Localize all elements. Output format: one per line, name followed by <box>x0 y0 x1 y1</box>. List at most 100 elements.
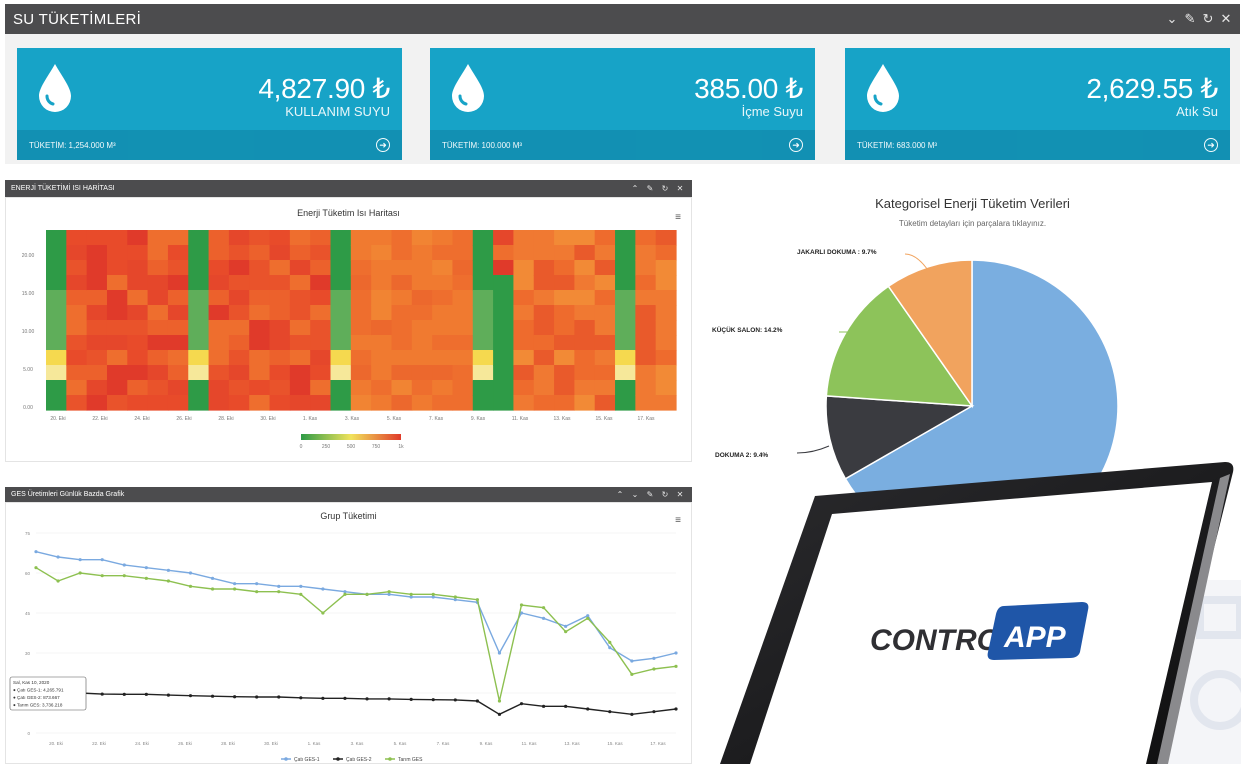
heatmap-cell <box>574 380 596 396</box>
arrow-right-icon[interactable]: ➜ <box>1204 138 1218 152</box>
heatmap-cell <box>147 230 169 246</box>
refresh-icon[interactable]: ↻ <box>1202 11 1214 27</box>
heatmap-cell <box>493 395 515 411</box>
heatmap-cell <box>533 335 555 351</box>
heatmap-cell <box>350 320 372 336</box>
series-point <box>409 697 413 701</box>
heatmap-cell <box>147 290 169 306</box>
heatmap-cell <box>452 305 474 321</box>
series-point <box>233 582 237 586</box>
heatmap-cell <box>554 275 575 291</box>
heatmap-cell <box>289 260 311 276</box>
line-chart: 0153045607520. Eki22. Eki24. Eki26. Eki2… <box>9 531 678 763</box>
heatmap-cell <box>228 320 250 336</box>
heatmap-cell <box>513 335 535 351</box>
heatmap-cell <box>493 380 515 396</box>
heatmap-cell <box>208 335 230 351</box>
heatmap-cell <box>228 260 250 276</box>
collapse-icon[interactable]: ⌃ <box>629 184 641 193</box>
heatmap-cell <box>350 395 372 411</box>
pie-data-label: KÜÇÜK SALON: 14.2% <box>712 325 783 334</box>
legend-marker <box>284 757 288 761</box>
heatmap-cell <box>513 305 535 321</box>
heatmap-cell <box>310 290 332 306</box>
panel-controls: ⌃ ⌄ ✎ ↻ ✕ <box>614 490 686 499</box>
close-icon[interactable]: ✕ <box>674 490 686 499</box>
heatmap-cell <box>391 350 413 366</box>
series-point <box>210 694 215 698</box>
heatmap-cell <box>513 395 535 411</box>
x-tick-label: 24. Eki <box>134 416 149 422</box>
heatmap-cell <box>493 275 515 291</box>
pin-icon[interactable]: ✎ <box>1184 11 1196 27</box>
heatmap-cell <box>350 245 372 261</box>
heatmap-cell <box>127 365 149 381</box>
close-icon[interactable]: ✕ <box>674 184 686 193</box>
heatmap-cell <box>289 395 311 411</box>
series-point <box>188 571 193 575</box>
heatmap-cell <box>554 395 575 411</box>
heatmap-cell <box>432 230 454 246</box>
heatmap-cell <box>411 260 433 276</box>
card-label: KULLANIM SUYU <box>285 104 390 119</box>
collapse-icon[interactable]: ⌃ <box>614 490 626 499</box>
x-tick-label: 24. Eki <box>135 741 149 746</box>
arrow-right-icon[interactable]: ➜ <box>789 138 803 152</box>
heatmap-cell <box>310 320 332 336</box>
series-point <box>299 592 303 596</box>
heatmap-cell <box>228 290 250 306</box>
heatmap-cell <box>493 350 515 366</box>
heatmap-cell <box>391 245 413 261</box>
heatmap-cell <box>452 320 474 336</box>
water-drop-icon <box>867 64 899 112</box>
heatmap-cell <box>269 275 291 291</box>
heatmap-cell <box>371 380 393 396</box>
expand-icon[interactable]: ⌄ <box>629 490 641 499</box>
heatmap-cell <box>127 335 149 351</box>
heatmap-cell <box>452 230 474 246</box>
heatmap-cell <box>452 395 474 411</box>
heatmap-cell <box>66 350 88 366</box>
legend-tick-label: 750 <box>372 444 381 450</box>
series-point <box>277 584 281 588</box>
heatmap-cell <box>310 260 332 276</box>
heatmap-cell <box>350 350 372 366</box>
heatmap-cell <box>269 305 291 321</box>
heatmap-cell <box>635 380 657 396</box>
series-point <box>519 603 524 607</box>
x-tick-label: 22. Eki <box>92 741 106 746</box>
heatmap-cell <box>228 395 250 411</box>
heatmap-cell <box>472 335 494 351</box>
heatmap-cell <box>330 335 352 351</box>
heatmap-cell <box>391 230 413 246</box>
refresh-icon[interactable]: ↻ <box>659 184 671 193</box>
heatmap-cell <box>432 245 454 261</box>
pin-icon[interactable]: ✎ <box>644 184 656 193</box>
heatmap-cell <box>249 290 271 306</box>
heatmap-cell <box>472 245 494 261</box>
refresh-icon[interactable]: ↻ <box>659 490 671 499</box>
heatmap-cell <box>635 365 657 381</box>
heatmap-cell <box>66 290 88 306</box>
color-scale-legend <box>301 434 401 440</box>
pin-icon[interactable]: ✎ <box>644 490 656 499</box>
heatmap-cell <box>66 260 88 276</box>
heatmap-cell <box>615 305 636 321</box>
heatmap-cell <box>106 320 128 336</box>
collapse-icon[interactable]: ⌄ <box>1166 11 1178 27</box>
y-tick-label: 30 <box>25 651 31 656</box>
heatmap-cell <box>371 395 393 411</box>
close-icon[interactable]: ✕ <box>1220 11 1232 27</box>
heatmap-cell <box>594 290 616 306</box>
heatmap-cell <box>228 275 250 291</box>
heatmap-cell <box>411 305 433 321</box>
series-point <box>652 656 656 660</box>
heatmap-cell <box>249 365 271 381</box>
heatmap-cell <box>106 365 128 381</box>
arrow-right-icon[interactable]: ➜ <box>376 138 390 152</box>
heatmap-cell <box>533 320 555 336</box>
series-point <box>56 579 60 583</box>
series-point <box>56 555 60 559</box>
x-tick-label: 20. Eki <box>50 416 65 422</box>
heatmap-cell <box>127 380 149 396</box>
